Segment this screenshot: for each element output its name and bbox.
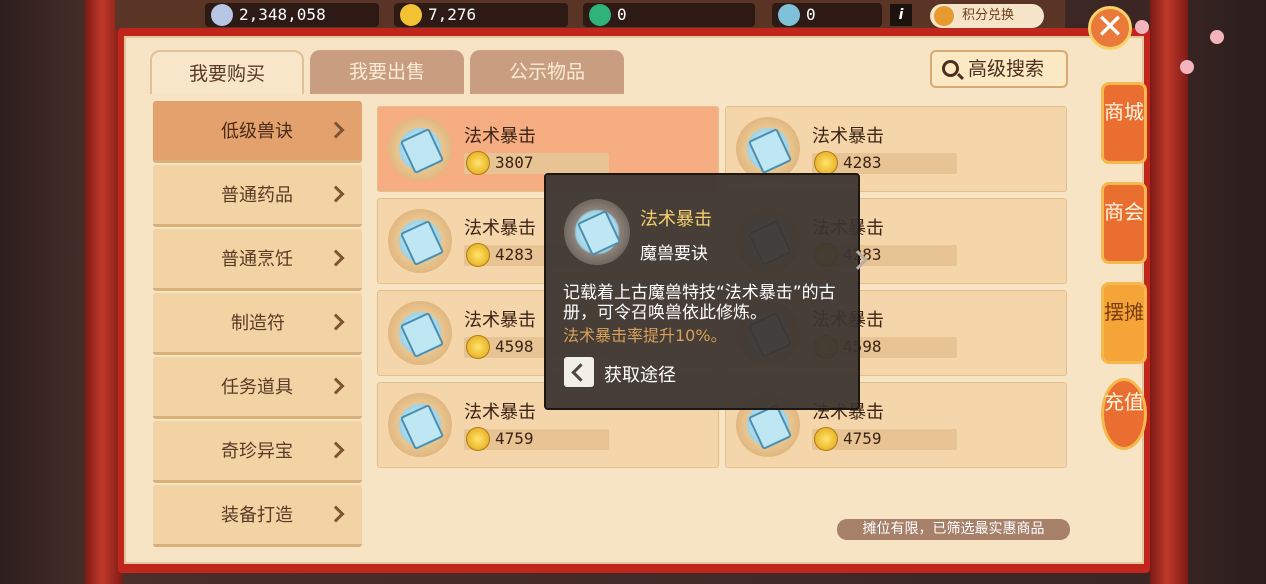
chevron-right-icon (327, 249, 345, 267)
filter-notice: 摊位有限，已筛选最实惠商品 (837, 519, 1070, 540)
gold-resource: 7,276 (394, 3, 568, 27)
item-name: 法术暴击 (464, 402, 536, 423)
item-price: 4759 (495, 429, 534, 448)
item-price: 4283 (843, 153, 882, 172)
scroll-icon (736, 117, 800, 181)
silver-resource: 2,348,058 (205, 3, 379, 27)
jade-amount: 0 (617, 5, 627, 24)
item-price: 3807 (495, 153, 534, 172)
category-equipment-forging[interactable]: 装备打造 (153, 485, 362, 547)
item-name: 法术暴击 (464, 126, 536, 147)
chevron-right-icon (327, 121, 345, 139)
category-low-beast-skill[interactable]: 低级兽诀 (153, 101, 362, 163)
jade-icon (589, 4, 611, 26)
category-label: 装备打造 (221, 505, 293, 526)
silver-coin-icon (211, 4, 233, 26)
tooltip-description: 记载着上古魔兽特技“法术暴击”的古册，可令召唤兽依此修炼。 (563, 283, 836, 323)
scroll-icon (388, 117, 452, 181)
chevron-right-icon (327, 313, 345, 331)
tooltip-effect: 法术暴击率提升10%。 (563, 326, 727, 345)
search-icon (942, 60, 959, 77)
category-label: 制造符 (231, 313, 285, 334)
category-rare-treasures[interactable]: 奇珍异宝 (153, 421, 362, 483)
side-tab-mall[interactable]: 商城 (1101, 82, 1147, 164)
category-label: 奇珍异宝 (221, 441, 293, 462)
scroll-icon (388, 209, 452, 273)
plum-blossom-decoration (1135, 20, 1149, 34)
close-button[interactable]: ✕ (1088, 6, 1132, 50)
category-label: 任务道具 (221, 377, 293, 398)
gold-coin-icon (466, 427, 490, 451)
category-label: 普通药品 (221, 185, 293, 206)
info-icon[interactable]: i (890, 4, 912, 26)
fairy-icon (778, 4, 800, 26)
acquisition-source-link[interactable]: 获取途径 (604, 361, 676, 387)
tab-sell[interactable]: 我要出售 (310, 50, 464, 94)
fairy-resource: 0 (772, 3, 882, 27)
item-tooltip: 法术暴击 魔兽要诀 记载着上古魔兽特技“法术暴击”的古册，可令召唤兽依此修炼。 … (544, 173, 868, 410)
side-tab-chamber[interactable]: 商会 (1101, 182, 1147, 264)
advanced-search-label: 高级搜索 (968, 58, 1045, 80)
category-quest-items[interactable]: 任务道具 (153, 357, 362, 419)
chevron-right-icon (327, 185, 345, 203)
chevron-right-icon (327, 505, 345, 523)
silver-amount: 2,348,058 (239, 5, 326, 24)
category-normal-medicine[interactable]: 普通药品 (153, 165, 362, 227)
side-tab-recharge[interactable]: 充值 (1101, 378, 1147, 450)
side-tab-stall[interactable]: 摆摊 (1101, 282, 1147, 364)
item-name: 法术暴击 (812, 126, 884, 147)
scroll-icon (564, 199, 630, 265)
category-crafting-talisman[interactable]: 制造符 (153, 293, 362, 355)
chevron-left-icon[interactable] (564, 357, 594, 387)
gold-amount: 7,276 (428, 5, 477, 24)
fairy-amount: 0 (806, 5, 816, 24)
category-normal-cooking[interactable]: 普通烹饪 (153, 229, 362, 291)
scroll-icon (388, 301, 452, 365)
plum-blossom-decoration (1210, 30, 1224, 44)
jade-resource: 0 (583, 3, 755, 27)
advanced-search-button[interactable]: 高级搜索 (930, 50, 1068, 88)
gold-coin-icon (814, 151, 838, 175)
bag-icon (934, 6, 954, 26)
item-price: 4759 (843, 429, 882, 448)
gold-coin-icon (814, 427, 838, 451)
points-exchange-button[interactable]: 积分兑换 (930, 4, 1044, 28)
tab-buy[interactable]: 我要购买 (150, 50, 304, 94)
item-name: 法术暴击 (464, 218, 536, 239)
gold-coin-icon (466, 151, 490, 175)
tab-public-items[interactable]: 公示物品 (470, 50, 624, 94)
right-pillar (1150, 0, 1188, 584)
chevron-right-icon (327, 441, 345, 459)
tooltip-type: 魔兽要诀 (640, 244, 708, 264)
scroll-icon (388, 393, 452, 457)
tooltip-title: 法术暴击 (640, 209, 712, 230)
category-label: 普通烹饪 (221, 249, 293, 270)
gold-coin-icon (400, 4, 422, 26)
plum-blossom-decoration (1180, 60, 1194, 74)
item-price: 4283 (495, 245, 534, 264)
category-label: 低级兽诀 (221, 121, 293, 142)
gold-coin-icon (466, 243, 490, 267)
points-exchange-label: 积分兑换 (962, 8, 1015, 23)
item-name: 法术暴击 (464, 310, 536, 331)
gold-coin-icon (466, 335, 490, 359)
chevron-right-icon (327, 377, 345, 395)
item-price: 4598 (495, 337, 534, 356)
